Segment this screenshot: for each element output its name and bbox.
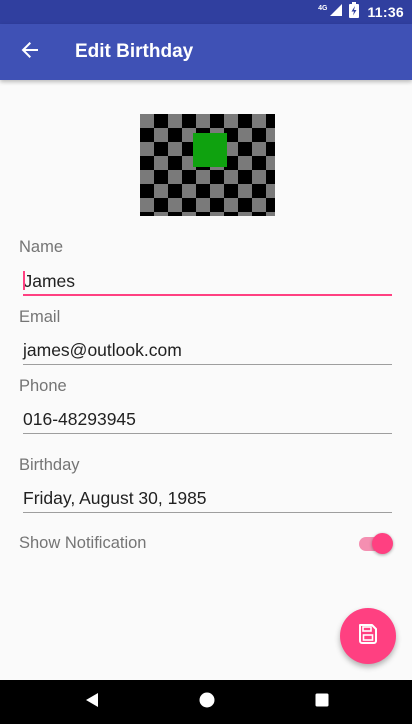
text-cursor [23, 270, 25, 290]
name-label: Name [19, 238, 64, 256]
show-notification-label: Show Notification [19, 534, 147, 552]
nav-recents-button[interactable] [300, 680, 344, 724]
nav-back-icon [84, 692, 100, 713]
nav-back-button[interactable] [70, 680, 114, 724]
phone-field[interactable]: 016-48293945 [23, 404, 392, 434]
birthday-value: Friday, August 30, 1985 [23, 488, 207, 508]
phone-label: Phone [19, 377, 67, 395]
app-bar: Edit Birthday [0, 24, 412, 80]
battery-charging-icon [349, 1, 360, 23]
email-value: james@outlook.com [23, 340, 182, 360]
name-value: James [23, 271, 76, 291]
save-icon [358, 623, 378, 649]
screen: 4G 11:36 Edit Birthday Name James Email … [0, 0, 412, 724]
email-label: Email [19, 308, 61, 326]
email-field[interactable]: james@outlook.com [23, 335, 392, 365]
arrow-back-icon [21, 41, 39, 64]
switch-thumb [372, 533, 393, 554]
status-icons: 4G 11:36 [318, 0, 404, 24]
nav-recents-icon [315, 693, 329, 712]
nav-home-icon [199, 692, 215, 713]
photo-center-square [193, 133, 227, 167]
show-notification-switch[interactable] [359, 533, 393, 555]
network-type-label: 4G [318, 4, 328, 12]
birthday-field[interactable]: Friday, August 30, 1985 [23, 483, 392, 513]
nav-home-button[interactable] [185, 680, 229, 724]
navigation-bar [0, 680, 412, 724]
name-field[interactable]: James [23, 266, 392, 296]
page-title: Edit Birthday [75, 41, 194, 62]
back-button[interactable] [14, 36, 46, 68]
birthday-label: Birthday [19, 456, 80, 474]
status-bar: 4G 11:36 [0, 0, 412, 24]
clock: 11:36 [367, 4, 404, 20]
signal-icon [329, 3, 343, 22]
contact-photo[interactable] [140, 114, 275, 216]
phone-value: 016-48293945 [23, 409, 136, 429]
save-button[interactable] [340, 608, 396, 664]
